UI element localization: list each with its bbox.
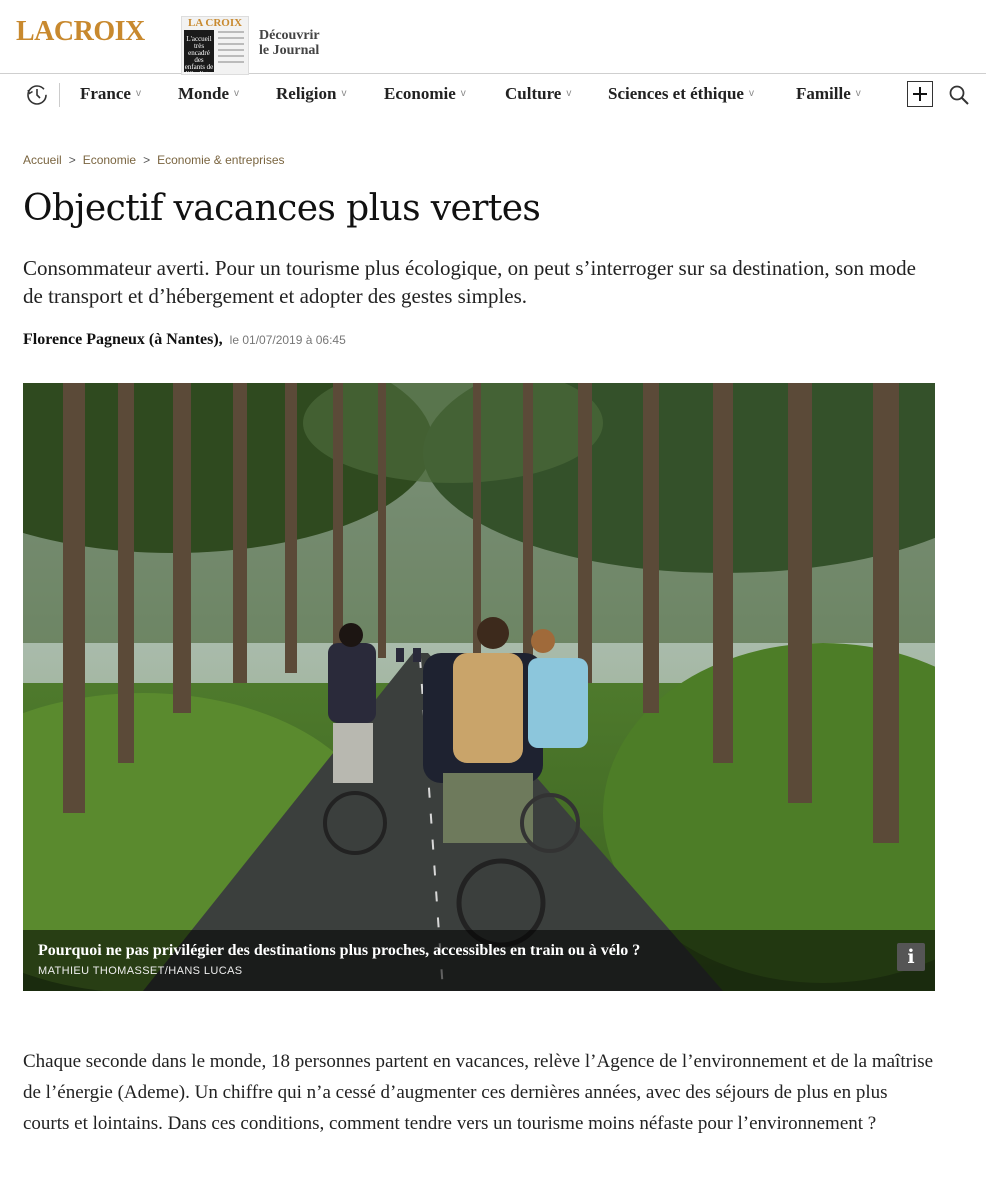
- breadcrumb: Accueil > Economie > Economie & entreprises: [23, 153, 285, 167]
- nav-label: Culture: [505, 84, 562, 103]
- nav-item-france[interactable]: France v: [80, 84, 141, 104]
- info-icon[interactable]: i: [897, 943, 925, 971]
- author-name[interactable]: Florence Pagneux (à Nantes),: [23, 331, 223, 348]
- chevron-down-icon: v: [566, 88, 572, 99]
- image-caption: Pourquoi ne pas privilégier des destinat…: [38, 942, 641, 959]
- nav-separator: [59, 83, 60, 107]
- discover-journal-link[interactable]: Découvrir le Journal: [259, 28, 320, 58]
- chevron-down-icon: v: [748, 88, 754, 99]
- nav-item-economie[interactable]: Economie v: [384, 84, 466, 104]
- image-caption-bar: Pourquoi ne pas privilégier des destinat…: [23, 930, 935, 991]
- main-navigation: France v Monde v Religion v Economie v Cultu…: [0, 74, 986, 116]
- journal-cover-text-lines: [218, 31, 244, 67]
- nav-label: Famille: [796, 84, 851, 103]
- forest-cyclists-photo: [23, 383, 935, 991]
- article-hero-image: Pourquoi ne pas privilégier des destinat…: [23, 383, 935, 991]
- breadcrumb-economie-entreprises[interactable]: Economie & entreprises: [157, 153, 284, 167]
- chevron-down-icon: v: [135, 88, 141, 99]
- discover-line-1: Découvrir: [259, 28, 320, 43]
- chevron-down-icon: v: [460, 88, 466, 99]
- article-standfirst: Consommateur averti. Pour un tourisme pl…: [23, 256, 916, 308]
- article-title: Objectif vacances plus vertes: [23, 188, 541, 229]
- journal-cover-photo: L'accueil très encadré des enfants de dj…: [184, 30, 214, 75]
- breadcrumb-separator: >: [68, 153, 76, 167]
- article-byline: Florence Pagneux (à Nantes), le 01/07/20…: [23, 331, 346, 349]
- chevron-down-icon: v: [855, 88, 861, 99]
- chevron-down-icon: v: [341, 88, 347, 99]
- breadcrumb-separator: >: [143, 153, 151, 167]
- nav-item-famille[interactable]: Famille v: [796, 84, 861, 104]
- breadcrumb-accueil[interactable]: Accueil: [23, 153, 62, 167]
- nav-item-monde[interactable]: Monde v: [178, 84, 239, 104]
- la-croix-logo[interactable]: LACROIX: [16, 18, 145, 46]
- nav-item-sciences-et-ethique[interactable]: Sciences et éthique v: [608, 84, 754, 104]
- nav-label: Economie: [384, 84, 456, 103]
- nav-item-religion[interactable]: Religion v: [276, 84, 346, 104]
- search-icon[interactable]: [948, 84, 970, 106]
- publish-date: le 01/07/2019 à 06:45: [229, 333, 346, 347]
- discover-line-2: le Journal: [259, 43, 320, 58]
- history-clock-icon[interactable]: [26, 84, 48, 106]
- journal-cover-thumbnail[interactable]: LA CROIX L'accueil très encadré des enfa…: [181, 16, 249, 75]
- journal-cover-headline: L'accueil très encadré des enfants de dj…: [184, 35, 214, 75]
- image-credit: MATHIEU THOMASSET/HANS LUCAS: [38, 965, 243, 977]
- nav-label: Religion: [276, 84, 337, 103]
- breadcrumb-economie[interactable]: Economie: [83, 153, 136, 167]
- nav-item-culture[interactable]: Culture v: [505, 84, 571, 104]
- nav-label: France: [80, 84, 131, 103]
- nav-label: Sciences et éthique: [608, 84, 744, 103]
- chevron-down-icon: v: [234, 88, 239, 99]
- plus-icon[interactable]: [907, 81, 933, 107]
- journal-masthead: LA CROIX: [188, 17, 243, 29]
- site-header: LACROIX LA CROIX L'accueil très encadré …: [0, 0, 986, 75]
- nav-label: Monde: [178, 84, 229, 103]
- article-body-paragraph: Chaque seconde dans le monde, 18 personn…: [23, 1051, 934, 1134]
